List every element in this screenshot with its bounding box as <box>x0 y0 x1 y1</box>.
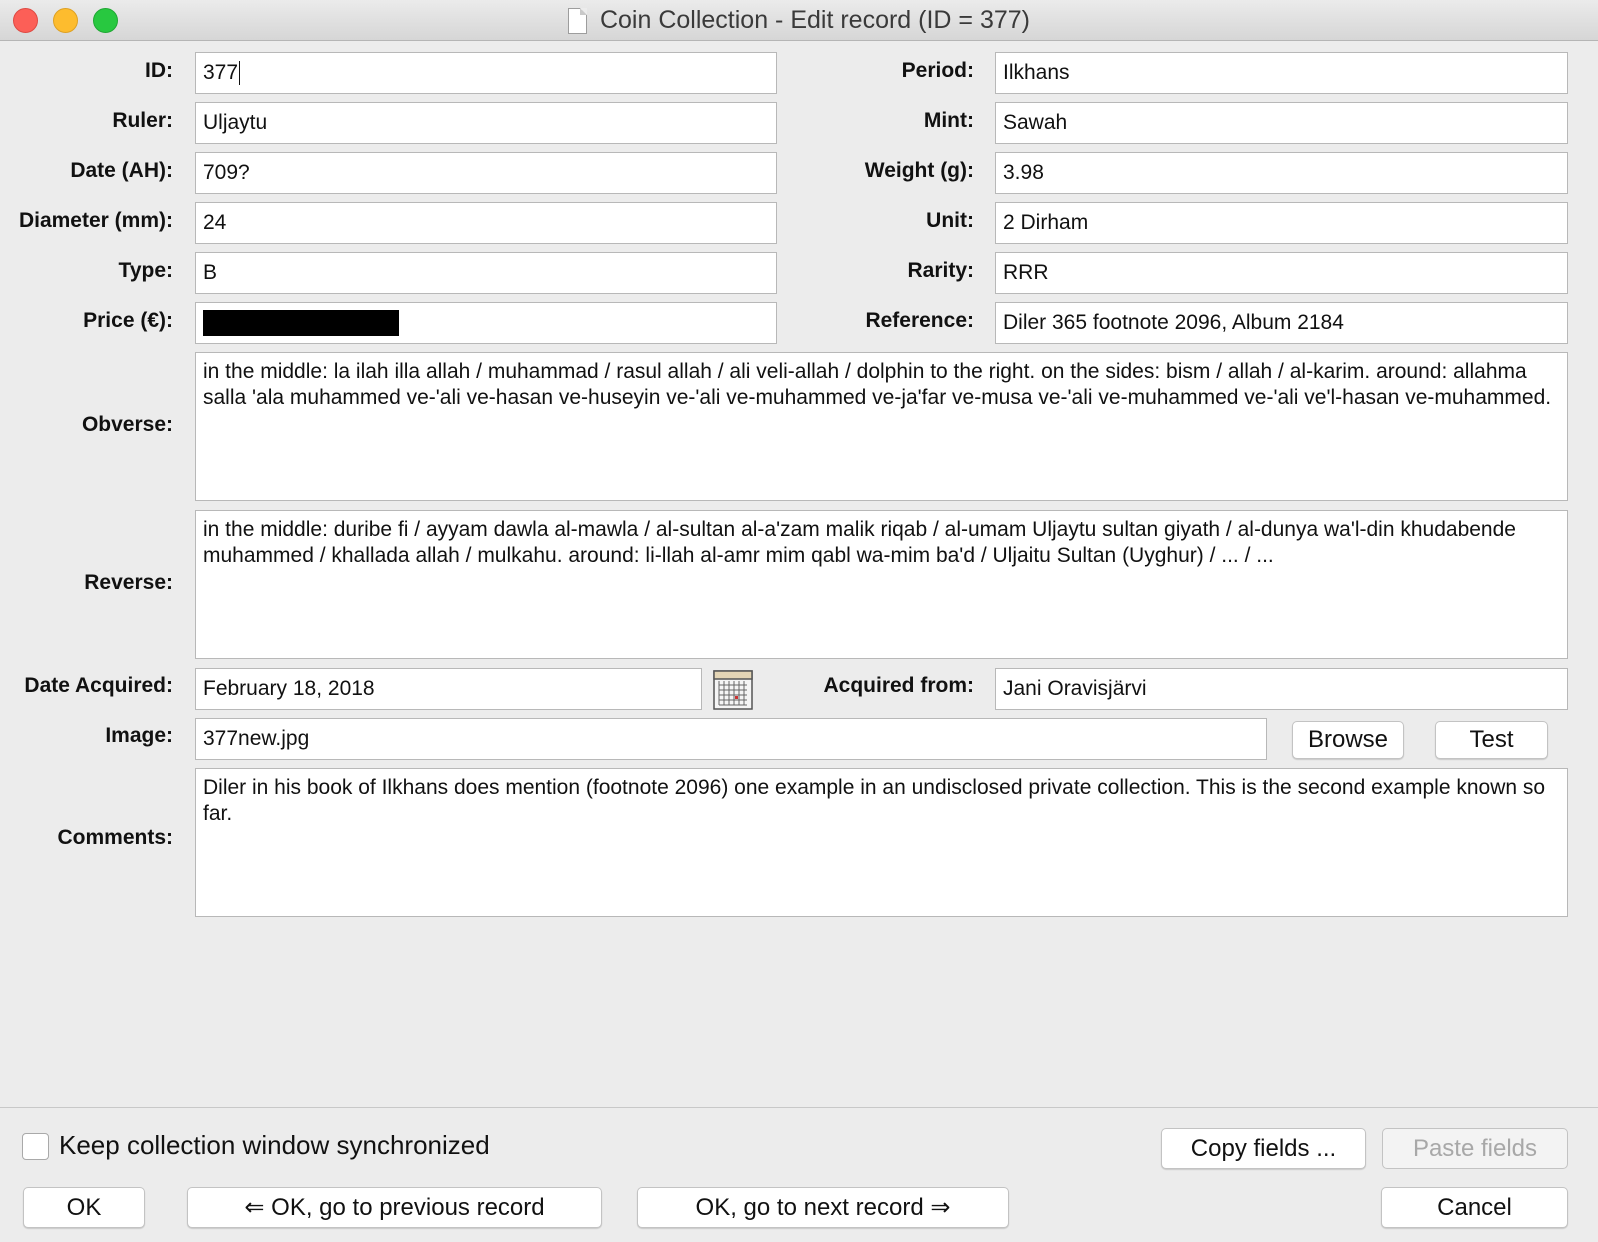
type-field[interactable]: B <box>195 252 777 294</box>
weight-value: 3.98 <box>1003 161 1044 184</box>
window-title: Coin Collection - Edit record (ID = 377) <box>599 6 1031 34</box>
date-acquired-value: February 18, 2018 <box>203 677 375 700</box>
weight-field[interactable]: 3.98 <box>995 152 1568 194</box>
image-value: 377new.jpg <box>203 727 310 750</box>
comments-value: Diler in his book of Ilkhans does mentio… <box>203 776 1546 825</box>
id-label: ID: <box>145 59 173 82</box>
reference-label: Reference: <box>865 309 974 332</box>
obverse-value: in the middle: la ilah illa allah / muha… <box>203 360 1552 409</box>
title-bar: Coin Collection - Edit record (ID = 377) <box>0 0 1598 41</box>
image-label: Image: <box>105 724 173 747</box>
ok-previous-record-button[interactable]: ⇐ OK, go to previous record <box>187 1187 602 1228</box>
rarity-label: Rarity: <box>907 259 974 282</box>
reverse-label: Reverse: <box>84 571 173 594</box>
diameter-field[interactable]: 24 <box>195 202 777 244</box>
redacted-price-block <box>203 310 399 336</box>
weight-label: Weight (g): <box>864 159 974 182</box>
ok-next-record-button[interactable]: OK, go to next record ⇒ <box>637 1187 1009 1228</box>
period-value: Ilkhans <box>1003 61 1070 84</box>
rarity-field[interactable]: RRR <box>995 252 1568 294</box>
comments-label: Comments: <box>57 826 173 849</box>
mint-value: Sawah <box>1003 111 1068 134</box>
ruler-label: Ruler: <box>112 109 173 132</box>
reverse-value: in the middle: duribe fi / ayyam dawla a… <box>203 518 1516 567</box>
type-value: B <box>203 261 218 284</box>
date-ah-label: Date (AH): <box>70 159 173 182</box>
reverse-textarea[interactable]: in the middle: duribe fi / ayyam dawla a… <box>195 510 1568 659</box>
acquired-from-field[interactable]: Jani Oravisjärvi <box>995 668 1568 710</box>
footer-divider <box>0 1107 1598 1108</box>
test-button[interactable]: Test <box>1435 721 1548 759</box>
period-field[interactable]: Ilkhans <box>995 52 1568 94</box>
copy-fields-button[interactable]: Copy fields ... <box>1161 1128 1366 1169</box>
window-title-wrap: Coin Collection - Edit record (ID = 377) <box>0 0 1598 41</box>
unit-field[interactable]: 2 Dirham <box>995 202 1568 244</box>
unit-label: Unit: <box>926 209 974 232</box>
sync-checkbox[interactable] <box>22 1133 49 1160</box>
calendar-icon[interactable] <box>713 668 753 710</box>
mint-label: Mint: <box>923 109 974 132</box>
comments-textarea[interactable]: Diler in his book of Ilkhans does mentio… <box>195 768 1568 917</box>
diameter-label: Diameter (mm): <box>18 209 173 232</box>
sync-checkbox-label[interactable]: Keep collection window synchronized <box>59 1130 490 1161</box>
obverse-textarea[interactable]: in the middle: la ilah illa allah / muha… <box>195 352 1568 501</box>
browse-button[interactable]: Browse <box>1292 721 1404 759</box>
cancel-button[interactable]: Cancel <box>1381 1187 1568 1228</box>
obverse-label: Obverse: <box>81 413 173 436</box>
reference-value: Diler 365 footnote 2096, Album 2184 <box>1003 311 1344 334</box>
paste-fields-button[interactable]: Paste fields <box>1382 1128 1568 1169</box>
image-field[interactable]: 377new.jpg <box>195 718 1267 760</box>
id-value: 377 <box>203 61 239 84</box>
ruler-field[interactable]: Uljaytu <box>195 102 777 144</box>
period-label: Period: <box>901 59 974 82</box>
unit-value: 2 Dirham <box>1003 211 1089 234</box>
id-field[interactable]: 377 <box>195 52 777 94</box>
document-icon <box>567 7 587 34</box>
ruler-value: Uljaytu <box>203 111 268 134</box>
date-acquired-label: Date Acquired: <box>24 674 173 697</box>
mint-field[interactable]: Sawah <box>995 102 1568 144</box>
date-acquired-field[interactable]: February 18, 2018 <box>195 668 702 710</box>
ok-button[interactable]: OK <box>23 1187 145 1228</box>
text-caret <box>239 61 241 85</box>
type-label: Type: <box>118 259 173 282</box>
acquired-from-label: Acquired from: <box>823 674 974 697</box>
price-label: Price (€): <box>83 309 173 332</box>
diameter-value: 24 <box>203 211 227 234</box>
date-ah-value: 709? <box>203 161 250 184</box>
rarity-value: RRR <box>1003 261 1049 284</box>
price-field[interactable] <box>195 302 777 344</box>
reference-field[interactable]: Diler 365 footnote 2096, Album 2184 <box>995 302 1568 344</box>
date-ah-field[interactable]: 709? <box>195 152 777 194</box>
acquired-from-value: Jani Oravisjärvi <box>1003 677 1147 700</box>
